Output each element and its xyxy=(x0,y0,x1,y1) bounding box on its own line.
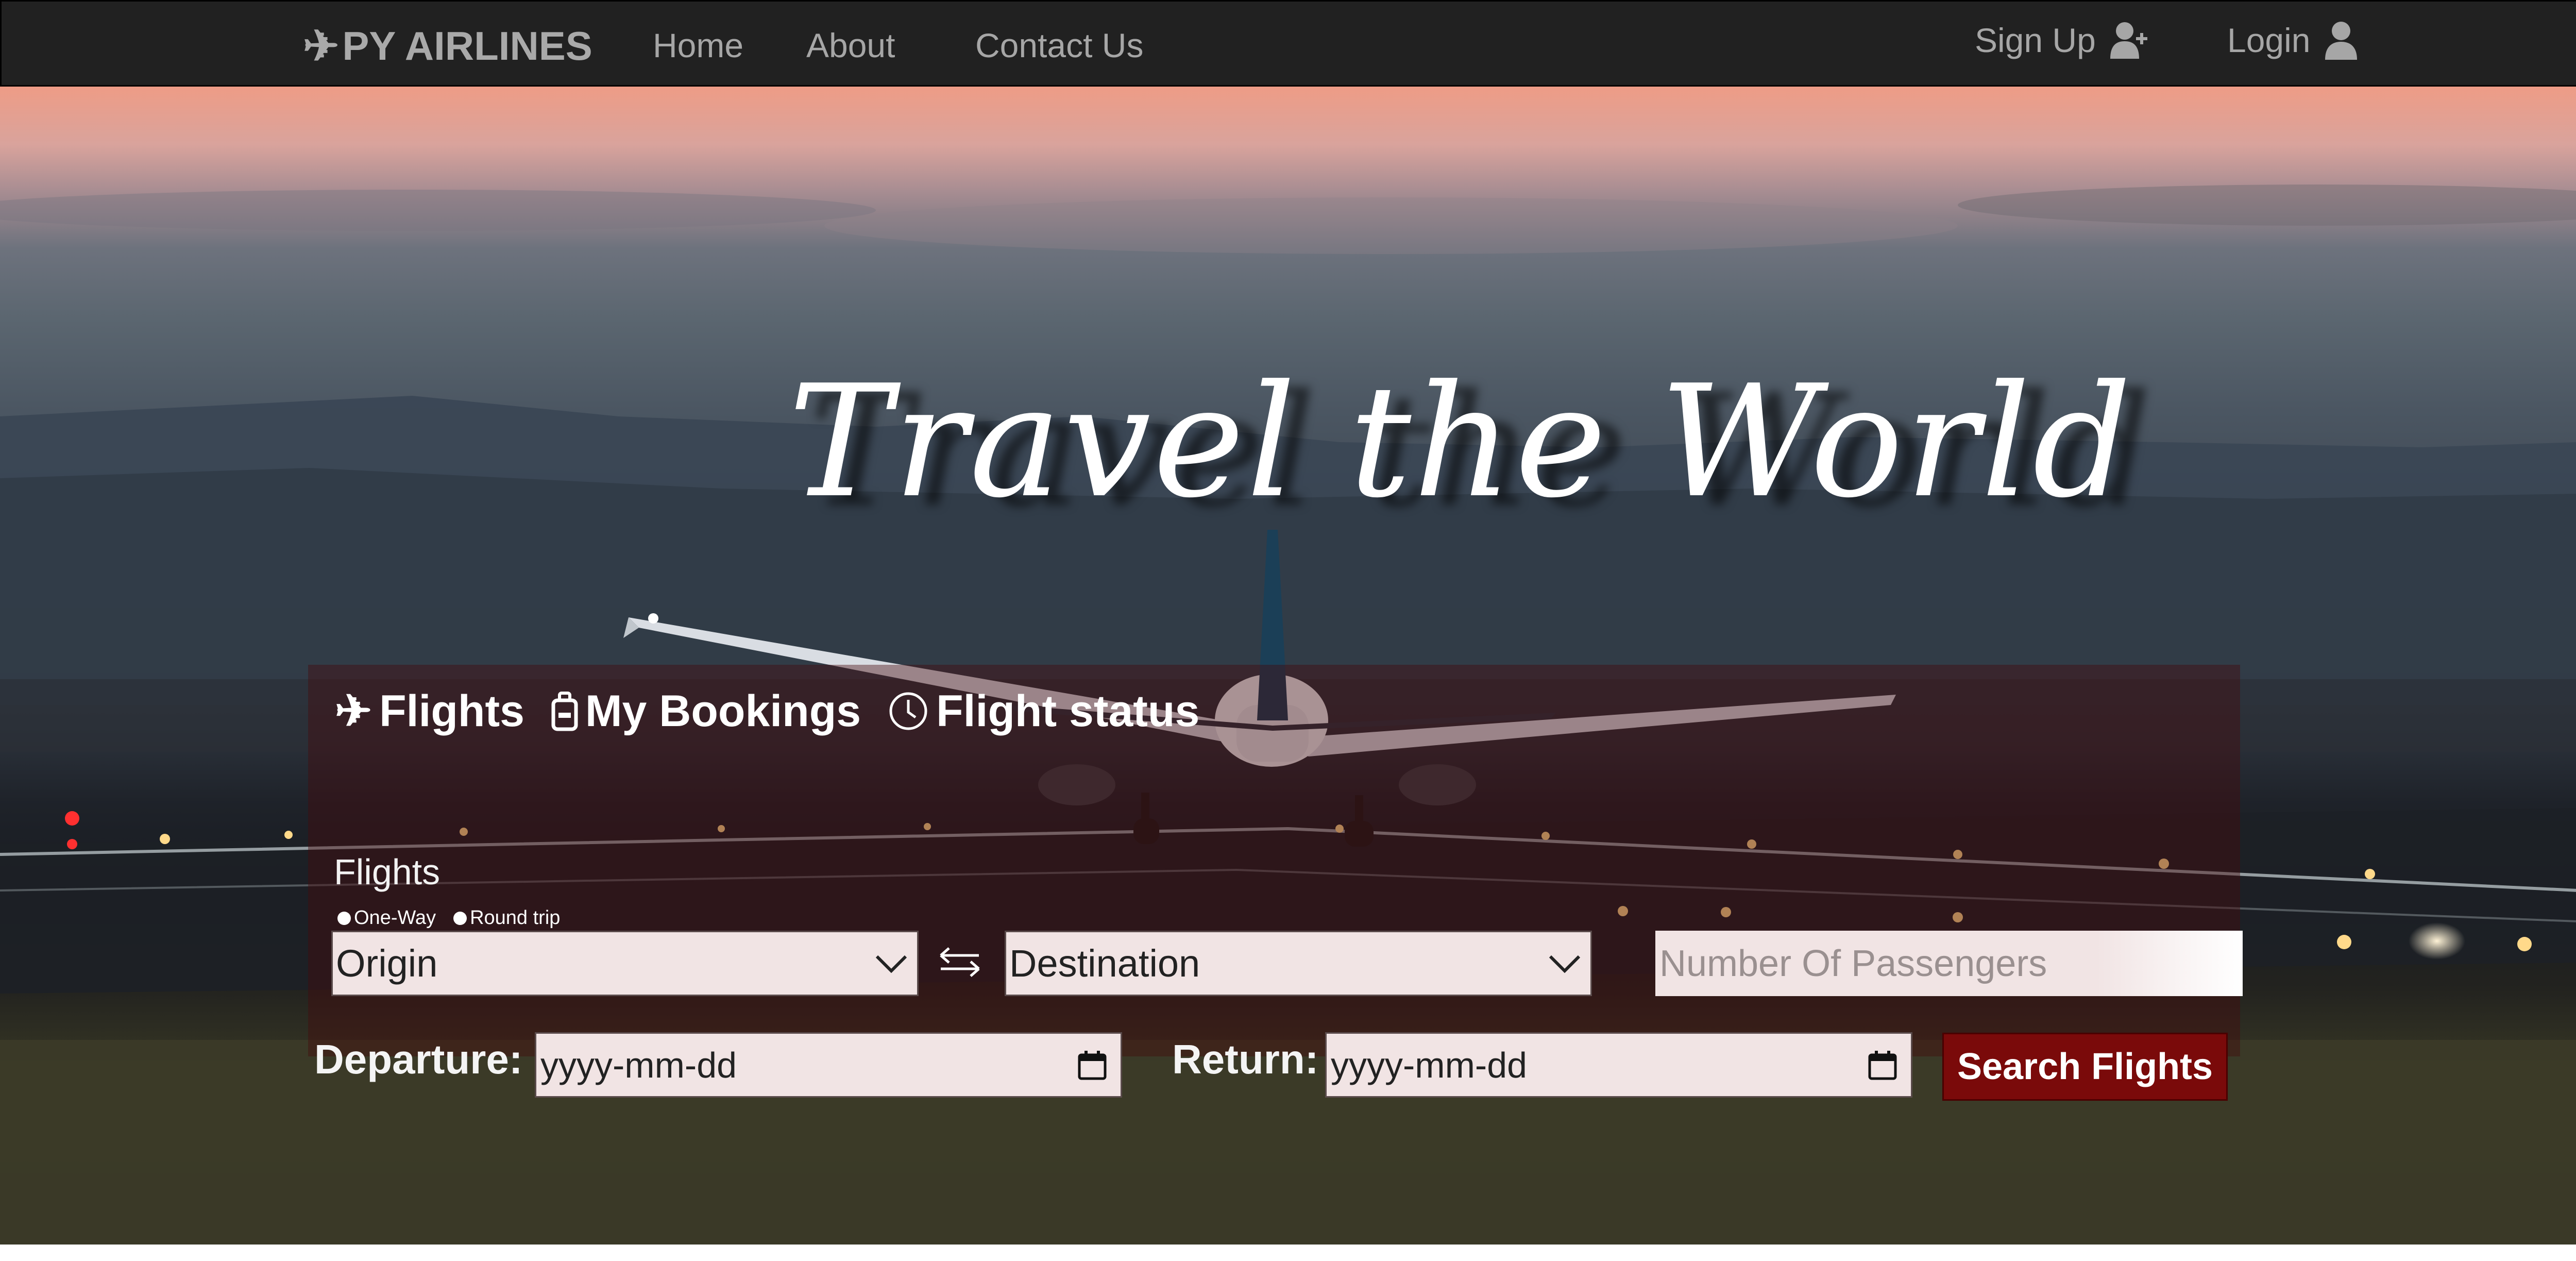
clock-icon xyxy=(888,691,929,732)
radio-dot-icon xyxy=(453,911,467,925)
calendar-icon[interactable] xyxy=(1854,1050,1911,1081)
swap-arrows-icon[interactable] xyxy=(937,944,983,980)
departure-date-input[interactable]: yyyy-mm-dd xyxy=(535,1032,1122,1098)
tab-my-bookings-label: My Bookings xyxy=(585,686,861,736)
destination-value: Destination xyxy=(1009,942,1200,985)
user-plus-icon xyxy=(2108,20,2149,61)
nav-home-link[interactable]: Home xyxy=(653,22,743,69)
brand-name: PY AIRLINES xyxy=(342,23,592,69)
tab-my-bookings[interactable]: My Bookings xyxy=(551,686,861,737)
airplane-icon: ✈ xyxy=(303,22,340,70)
one-way-label: One-Way xyxy=(354,907,436,929)
origin-value: Origin xyxy=(336,942,438,985)
top-navbar: ✈ PY AIRLINES Home About Contact Us Sign… xyxy=(0,0,2576,87)
destination-select[interactable]: Destination xyxy=(1005,931,1592,996)
round-trip-radio[interactable]: Round trip xyxy=(453,907,560,929)
user-icon xyxy=(2323,20,2359,61)
chevron-down-icon xyxy=(1539,953,1590,974)
tab-flights-label: Flights xyxy=(379,686,524,736)
nav-contact-link[interactable]: Contact Us xyxy=(975,22,1143,69)
round-trip-label: Round trip xyxy=(470,907,561,929)
page-bottom-edge xyxy=(0,1245,2576,1261)
login-link[interactable]: Login xyxy=(2227,17,2359,63)
sign-up-label: Sign Up xyxy=(1975,21,2096,59)
search-flights-button[interactable]: Search Flights xyxy=(1942,1033,2228,1101)
section-title: Flights xyxy=(334,852,440,892)
departure-date-value: yyyy-mm-dd xyxy=(540,1045,737,1085)
tab-flight-status[interactable]: Flight status xyxy=(888,686,1199,737)
brand-logo[interactable]: ✈ PY AIRLINES xyxy=(303,21,592,71)
booking-tabs: ✈ Flights My Bookings Flight status xyxy=(335,685,1199,737)
tab-flight-status-label: Flight status xyxy=(936,686,1200,736)
airplane-icon: ✈ xyxy=(335,686,372,736)
return-date-input[interactable]: yyyy-mm-dd xyxy=(1325,1032,1912,1098)
origin-select[interactable]: Origin xyxy=(331,931,919,996)
trip-type-options: One-Way Round trip xyxy=(337,907,560,929)
hero-title: Travel the World xyxy=(788,352,2134,532)
return-label: Return: xyxy=(1172,1036,1319,1082)
tab-flights[interactable]: ✈ Flights xyxy=(335,685,524,737)
chevron-down-icon xyxy=(866,953,917,974)
luggage-icon xyxy=(551,691,578,731)
nav-about-link[interactable]: About xyxy=(806,22,895,69)
radio-dot-icon xyxy=(337,911,351,925)
one-way-radio[interactable]: One-Way xyxy=(337,907,436,929)
login-label: Login xyxy=(2227,21,2311,59)
return-date-value: yyyy-mm-dd xyxy=(1331,1045,1528,1085)
departure-label: Departure: xyxy=(314,1036,523,1082)
passengers-input[interactable] xyxy=(1655,931,2243,996)
calendar-icon[interactable] xyxy=(1064,1050,1121,1081)
sign-up-link[interactable]: Sign Up xyxy=(1975,17,2149,63)
